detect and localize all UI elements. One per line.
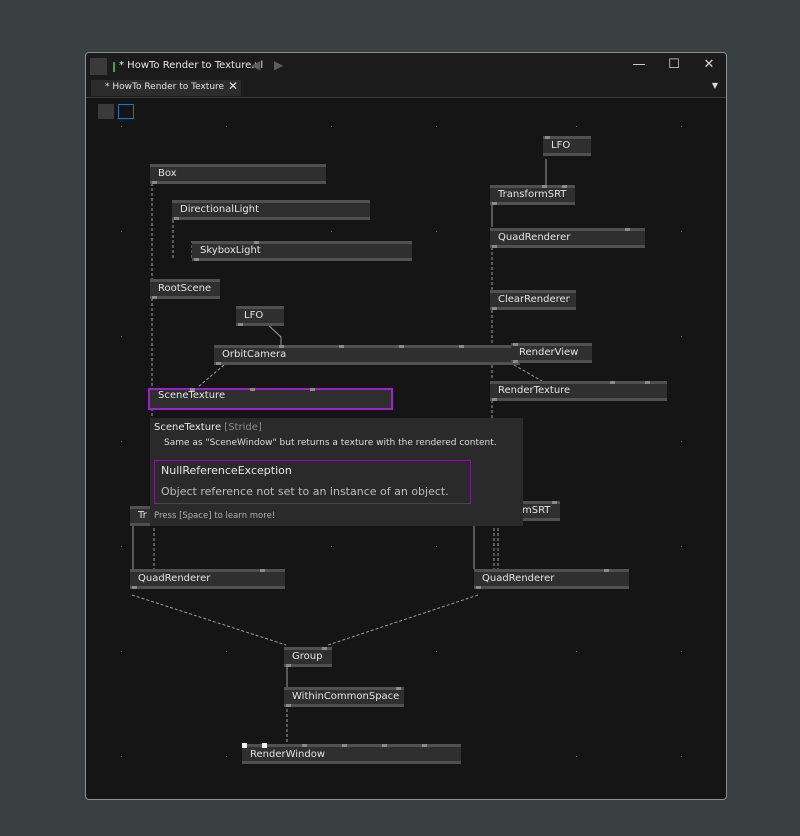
error-title: NullReferenceException <box>161 464 292 477</box>
node-transform-srt-left-partial[interactable]: Tr <box>130 506 152 526</box>
node-lfo-top[interactable]: LFO <box>543 136 591 156</box>
output-pin[interactable] <box>286 704 291 707</box>
node-directional-light[interactable]: DirectionalLight <box>172 200 370 220</box>
input-pin[interactable] <box>625 228 630 231</box>
output-pin[interactable] <box>216 362 221 365</box>
output-pin[interactable] <box>513 360 518 363</box>
node-label: RenderTexture <box>498 385 571 396</box>
input-pin[interactable] <box>645 381 650 384</box>
input-pin-active[interactable] <box>262 743 267 748</box>
input-pin[interactable] <box>545 136 550 139</box>
node-label: QuadRenderer <box>482 573 555 584</box>
tooltip-title: SceneTexture [Stride] <box>154 422 262 433</box>
input-pin[interactable] <box>250 388 255 391</box>
input-pin[interactable] <box>310 388 315 391</box>
error-message: Object reference not set to an instance … <box>161 485 449 498</box>
output-pin[interactable] <box>492 307 497 310</box>
node-tooltip: SceneTexture [Stride] Same as "SceneWind… <box>150 418 523 526</box>
input-pin[interactable] <box>399 345 404 348</box>
tooltip-node-name: SceneTexture <box>154 422 222 433</box>
node-label: SkyboxLight <box>200 245 261 256</box>
output-pin[interactable] <box>492 202 497 205</box>
node-label: ClearRenderer <box>498 294 570 305</box>
node-label: SceneTexture <box>158 390 226 401</box>
node-label: DirectionalLight <box>180 204 260 215</box>
input-pin-active[interactable] <box>242 743 247 748</box>
node-scene-texture-selected[interactable]: SceneTexture <box>148 388 393 410</box>
node-lfo-mid[interactable]: LFO <box>236 306 284 326</box>
node-label: Group <box>292 651 323 662</box>
node-skybox-light[interactable]: SkyboxLight <box>192 241 412 261</box>
output-pin[interactable] <box>174 217 179 220</box>
node-orbit-camera[interactable]: OrbitCamera <box>214 345 520 365</box>
node-label: WithinCommonSpace <box>292 691 400 702</box>
node-label: TransformSRT <box>498 189 567 200</box>
node-transform-srt-right-partial[interactable]: mSRT <box>522 501 560 521</box>
node-label: QuadRenderer <box>498 232 571 243</box>
output-pin[interactable] <box>492 245 497 248</box>
node-box[interactable]: Box <box>150 164 326 184</box>
input-pin[interactable] <box>190 388 195 391</box>
input-pin[interactable] <box>562 185 567 188</box>
node-quad-renderer-top[interactable]: QuadRenderer <box>490 228 645 248</box>
output-pin[interactable] <box>152 296 157 299</box>
node-label: QuadRenderer <box>138 573 211 584</box>
input-pin[interactable] <box>542 185 547 188</box>
node-group[interactable]: Group <box>284 647 332 667</box>
input-pin[interactable] <box>260 569 265 572</box>
tooltip-hint: Press [Space] to learn more! <box>154 511 276 521</box>
link-quad-left-group <box>131 594 287 646</box>
input-pin[interactable] <box>422 744 427 747</box>
node-render-window[interactable]: RenderWindow <box>242 743 461 764</box>
node-root-scene[interactable]: RootScene <box>150 279 220 299</box>
input-pin[interactable] <box>322 647 327 650</box>
node-label: mSRT <box>522 505 551 516</box>
node-label: RenderView <box>519 347 579 358</box>
link-lfo-orbit <box>265 322 282 345</box>
node-label: Tr <box>138 510 147 521</box>
link-quad-right-group <box>327 594 479 646</box>
input-pin[interactable] <box>342 744 347 747</box>
node-transform-srt-top[interactable]: TransformSRT <box>490 185 575 205</box>
tooltip-error-box: NullReferenceException Object reference … <box>154 460 471 504</box>
tooltip-description: Same as "SceneWindow" but returns a text… <box>164 438 497 448</box>
link-orbit-scenetexture <box>197 364 225 388</box>
input-pin[interactable] <box>604 569 609 572</box>
node-label: OrbitCamera <box>222 349 287 360</box>
output-pin[interactable] <box>132 586 137 589</box>
node-clear-renderer[interactable]: ClearRenderer <box>490 290 576 310</box>
output-pin[interactable] <box>238 323 243 326</box>
patch-editor-window: * HowTo Render to Texture.vl ◀ ▶ — ☐ ✕ *… <box>85 52 727 800</box>
node-render-texture[interactable]: RenderTexture <box>490 381 667 401</box>
input-pin[interactable] <box>552 501 557 504</box>
input-pin[interactable] <box>459 345 464 348</box>
input-pin[interactable] <box>396 687 401 690</box>
node-label: LFO <box>551 140 571 151</box>
node-label: RenderWindow <box>250 749 326 760</box>
output-pin[interactable] <box>152 181 157 184</box>
node-quad-renderer-right[interactable]: QuadRenderer <box>474 569 629 589</box>
output-pin[interactable] <box>492 398 497 401</box>
input-pin[interactable] <box>513 343 518 346</box>
output-pin[interactable] <box>194 258 199 261</box>
input-pin[interactable] <box>302 744 307 747</box>
input-pin[interactable] <box>382 744 387 747</box>
node-label: RootScene <box>158 283 212 294</box>
input-pin[interactable] <box>610 381 615 384</box>
node-label: LFO <box>244 310 264 321</box>
output-pin[interactable] <box>476 586 481 589</box>
node-quad-renderer-left[interactable]: QuadRenderer <box>130 569 285 589</box>
input-pin[interactable] <box>339 345 344 348</box>
node-render-view[interactable]: RenderView <box>511 343 592 363</box>
output-pin[interactable] <box>286 664 291 667</box>
input-pin[interactable] <box>279 345 284 348</box>
link-renderview-rendertexture <box>513 364 543 382</box>
node-within-common-space[interactable]: WithinCommonSpace <box>284 687 404 707</box>
tooltip-category: [Stride] <box>224 422 262 433</box>
node-label: Box <box>158 168 177 179</box>
input-pin[interactable] <box>254 241 259 244</box>
